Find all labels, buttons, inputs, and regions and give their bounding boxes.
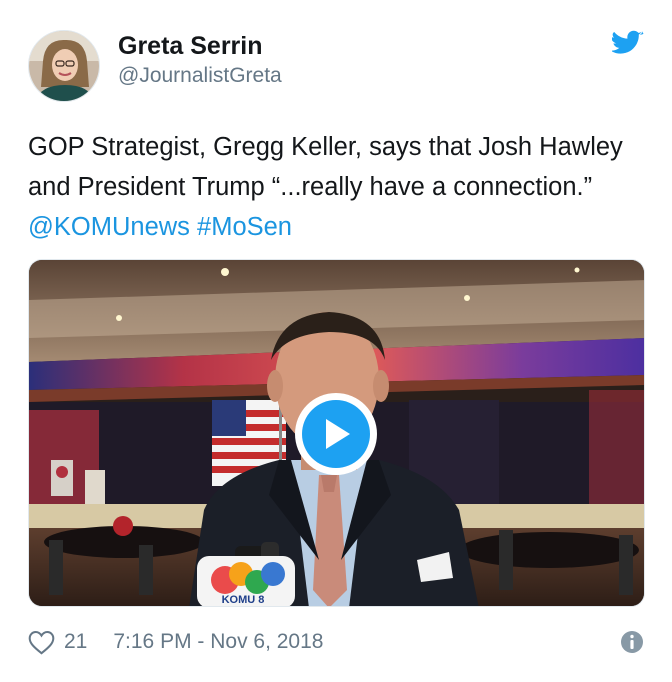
station-logo-text: KOMU 8 xyxy=(222,594,265,606)
play-icon xyxy=(326,419,350,449)
video-player[interactable]: KOMU 8 xyxy=(28,259,645,607)
avatar[interactable] xyxy=(28,30,100,102)
tweet-text: GOP Strategist, Gregg Keller, says that … xyxy=(28,127,648,247)
info-icon[interactable] xyxy=(620,630,644,654)
user-handle[interactable]: @JournalistGreta xyxy=(118,62,282,90)
tweet-footer: 21 7:16 PM - Nov 6, 2018 xyxy=(28,626,644,658)
likes-count: 21 xyxy=(64,630,88,653)
tweet-timestamp[interactable]: 7:16 PM - Nov 6, 2018 xyxy=(113,630,323,654)
like-button[interactable]: 21 xyxy=(28,630,113,655)
tweet-body: GOP Strategist, Gregg Keller, says that … xyxy=(28,133,623,201)
play-button[interactable] xyxy=(295,393,377,475)
avatar-image xyxy=(29,31,99,101)
mention-komunews-link[interactable]: @KOMUnews xyxy=(28,213,190,241)
user-name[interactable]: Greta Serrin xyxy=(118,30,263,62)
heart-icon xyxy=(28,630,55,654)
twitter-bird-icon[interactable] xyxy=(610,30,644,58)
hashtag-mosen-link[interactable]: #MoSen xyxy=(197,213,292,241)
